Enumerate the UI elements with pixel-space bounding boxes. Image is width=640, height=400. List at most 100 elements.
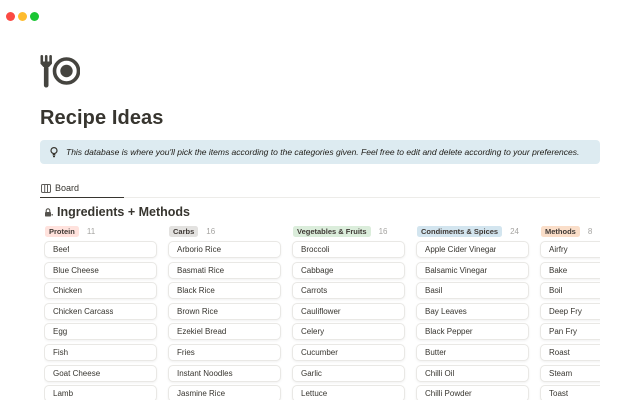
card-title: Cabbage <box>301 266 333 275</box>
card-title: Bake <box>549 266 567 275</box>
card-title: Apple Cider Vinegar <box>425 245 496 254</box>
board-column: Condiments & Spices 24 Apple Cider Vineg… <box>416 226 529 400</box>
card[interactable]: Chilli Oil <box>416 365 529 382</box>
card[interactable]: Blue Cheese <box>44 262 157 279</box>
card[interactable]: Chicken <box>44 282 157 299</box>
card-title: Boil <box>549 286 562 295</box>
card[interactable]: Airfry <box>540 241 600 258</box>
card-title: Fish <box>53 348 68 357</box>
card[interactable]: Brown Rice <box>168 303 281 320</box>
zoom-window-button[interactable] <box>30 12 39 21</box>
card[interactable]: Celery <box>292 323 405 340</box>
card[interactable]: Basil <box>416 282 529 299</box>
card[interactable]: Broccoli <box>292 241 405 258</box>
callout-text: This database is where you'll pick the i… <box>66 147 579 157</box>
card-title: Pan Fry <box>549 327 577 336</box>
card[interactable]: Fries <box>168 344 281 361</box>
database-title[interactable]: Ingredients + Methods <box>57 205 190 219</box>
card[interactable]: Cauliflower <box>292 303 405 320</box>
card[interactable]: Black Rice <box>168 282 281 299</box>
tab-board[interactable]: Board <box>40 181 124 197</box>
page-title[interactable]: Recipe Ideas <box>40 106 600 130</box>
card-title: Instant Noodles <box>177 369 233 378</box>
card-title: Lettuce <box>301 389 327 398</box>
card[interactable]: Roast <box>540 344 600 361</box>
card-title: Balsamic Vinegar <box>425 266 487 275</box>
card[interactable]: Fish <box>44 344 157 361</box>
column-badge: Methods <box>541 226 580 237</box>
lightbulb-icon <box>50 147 58 158</box>
card[interactable]: Chilli Powder <box>416 385 529 400</box>
card[interactable]: Steam <box>540 365 600 382</box>
card-title: Roast <box>549 348 570 357</box>
card[interactable]: Jasmine Rice <box>168 385 281 400</box>
card-title: Arborio Rice <box>177 245 221 254</box>
column-header[interactable]: Methods 8 <box>541 226 600 237</box>
card[interactable]: Goat Cheese <box>44 365 157 382</box>
column-header[interactable]: Carbs 16 <box>169 226 281 237</box>
card-title: Basmati Rice <box>177 266 224 275</box>
column-cards: Broccoli Cabbage Carrots Cauliflower Cel… <box>292 241 405 400</box>
card-title: Airfry <box>549 245 568 254</box>
card[interactable]: Black Pepper <box>416 323 529 340</box>
card-title: Goat Cheese <box>53 369 100 378</box>
tab-board-label: Board <box>55 183 79 193</box>
card[interactable]: Beef <box>44 241 157 258</box>
card[interactable]: Egg <box>44 323 157 340</box>
minimize-window-button[interactable] <box>18 12 27 21</box>
lock-icon <box>44 208 53 217</box>
close-window-button[interactable] <box>6 12 15 21</box>
board-column: Carbs 16 Arborio Rice Basmati Rice Black… <box>168 226 281 400</box>
card[interactable]: Ezekiel Bread <box>168 323 281 340</box>
card[interactable]: Garlic <box>292 365 405 382</box>
card[interactable]: Boil <box>540 282 600 299</box>
card[interactable]: Butter <box>416 344 529 361</box>
card[interactable]: Basmati Rice <box>168 262 281 279</box>
card-title: Chicken <box>53 286 82 295</box>
card-title: Celery <box>301 327 324 336</box>
window-titlebar <box>0 0 640 24</box>
column-header[interactable]: Condiments & Spices 24 <box>417 226 529 237</box>
card[interactable]: Cucumber <box>292 344 405 361</box>
card-title: Brown Rice <box>177 307 218 316</box>
column-cards: Airfry Bake Boil Deep Fry Pan Fry Roast … <box>540 241 600 400</box>
card-title: Black Rice <box>177 286 215 295</box>
card-title: Carrots <box>301 286 327 295</box>
card[interactable]: Balsamic Vinegar <box>416 262 529 279</box>
card[interactable]: Lettuce <box>292 385 405 400</box>
card-title: Chicken Carcass <box>53 307 113 316</box>
board-view-icon <box>41 184 51 193</box>
column-count: 8 <box>588 227 592 236</box>
card[interactable]: Instant Noodles <box>168 365 281 382</box>
card-title: Fries <box>177 348 195 357</box>
card[interactable]: Deep Fry <box>540 303 600 320</box>
card[interactable]: Toast <box>540 385 600 400</box>
card[interactable]: Cabbage <box>292 262 405 279</box>
card-title: Steam <box>549 369 572 378</box>
card-title: Black Pepper <box>425 327 473 336</box>
card[interactable]: Bake <box>540 262 600 279</box>
card-title: Lamb <box>53 389 73 398</box>
card[interactable]: Lamb <box>44 385 157 400</box>
card[interactable]: Bay Leaves <box>416 303 529 320</box>
view-tabs: Board <box>40 181 600 198</box>
column-header[interactable]: Protein 11 <box>45 226 157 237</box>
card[interactable]: Chicken Carcass <box>44 303 157 320</box>
card[interactable]: Apple Cider Vinegar <box>416 241 529 258</box>
column-count: 16 <box>206 227 215 236</box>
column-header[interactable]: Vegetables & Fruits 16 <box>293 226 405 237</box>
column-count: 16 <box>379 227 388 236</box>
card-title: Deep Fry <box>549 307 582 316</box>
card[interactable]: Carrots <box>292 282 405 299</box>
callout[interactable]: This database is where you'll pick the i… <box>40 140 600 164</box>
column-badge: Carbs <box>169 226 198 237</box>
column-cards: Apple Cider Vinegar Balsamic Vinegar Bas… <box>416 241 529 400</box>
card-title: Cauliflower <box>301 307 341 316</box>
fork-and-plate-icon[interactable] <box>40 55 80 89</box>
card-title: Chilli Oil <box>425 369 454 378</box>
card-title: Basil <box>425 286 442 295</box>
card[interactable]: Pan Fry <box>540 323 600 340</box>
column-badge: Vegetables & Fruits <box>293 226 371 237</box>
card[interactable]: Arborio Rice <box>168 241 281 258</box>
card-title: Blue Cheese <box>53 266 99 275</box>
